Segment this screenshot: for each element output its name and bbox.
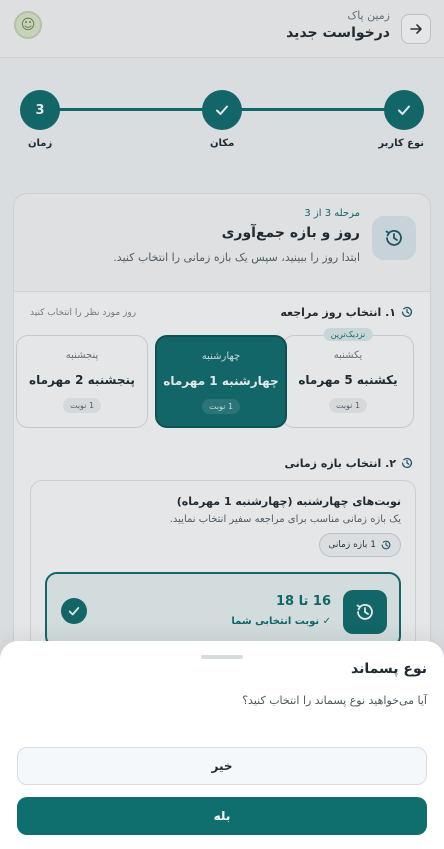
sheet-title: نوع پسماند	[351, 661, 427, 677]
sheet-drag-handle[interactable]	[201, 655, 243, 659]
no-button[interactable]: خیر	[17, 747, 427, 785]
sheet-question: آیا می‌خواهید نوع پسماند را انتخاب کنید؟	[242, 694, 427, 707]
yes-button[interactable]: بله	[17, 797, 427, 835]
bottom-sheet: نوع پسماند آیا می‌خواهید نوع پسماند را ا…	[0, 641, 444, 849]
